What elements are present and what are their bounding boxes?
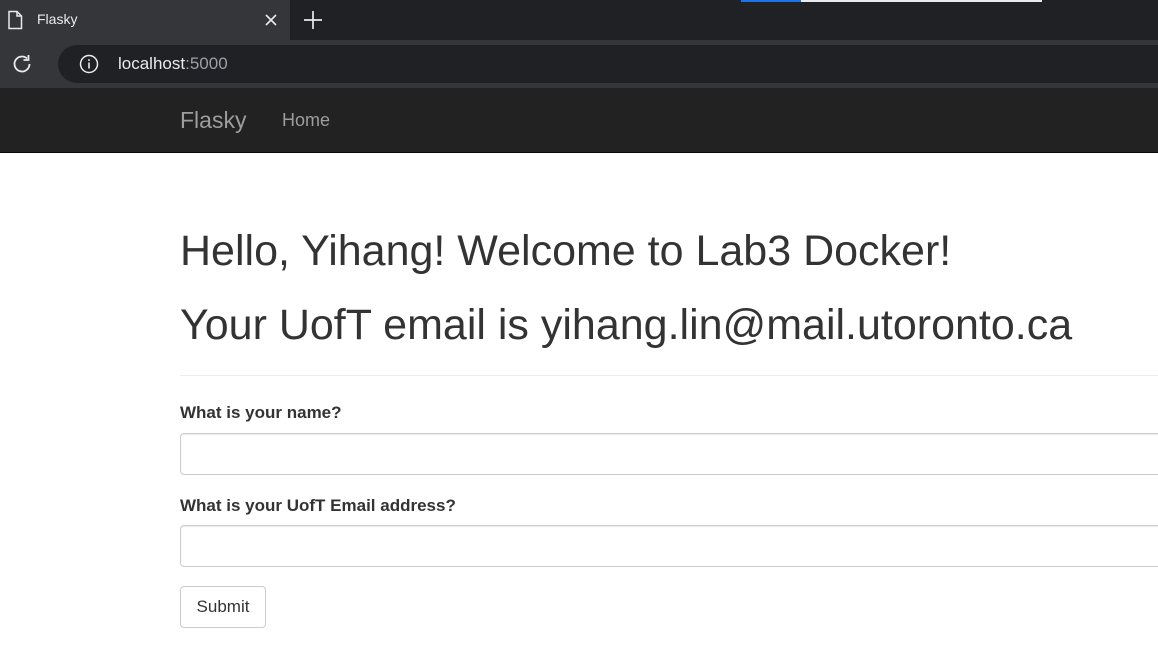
browser-toolbar: localhost:5000 [0,40,1158,88]
loading-progress-blue [741,0,801,2]
submit-button[interactable]: Submit [180,586,266,628]
tab-title: Flasky [37,11,78,27]
url-text: localhost:5000 [118,54,228,74]
email-label: What is your UofT Email address? [180,496,456,515]
email-input[interactable] [180,525,1158,567]
email-heading: Your UofT email is yihang.lin@mail.utoro… [180,301,1073,349]
reload-icon[interactable] [11,53,33,75]
url-port: :5000 [185,54,228,73]
loading-progress-track [801,0,1042,2]
navbar: Flasky Home [0,88,1158,153]
page-icon [6,10,24,30]
name-label: What is your name? [180,403,342,422]
greeting-heading: Hello, Yihang! Welcome to Lab3 Docker! [180,227,952,275]
browser-tabstrip: Flasky [0,0,1158,40]
header-divider [180,375,1158,376]
info-icon[interactable] [79,54,99,74]
url-host: localhost [118,54,186,73]
close-icon[interactable] [263,12,279,28]
address-bar[interactable]: localhost:5000 [58,45,1158,83]
name-input[interactable] [180,433,1158,475]
nav-link-home[interactable]: Home [282,110,330,131]
plus-icon[interactable] [302,9,324,31]
navbar-brand[interactable]: Flasky [180,107,246,134]
browser-tab-flasky[interactable]: Flasky [0,0,290,40]
